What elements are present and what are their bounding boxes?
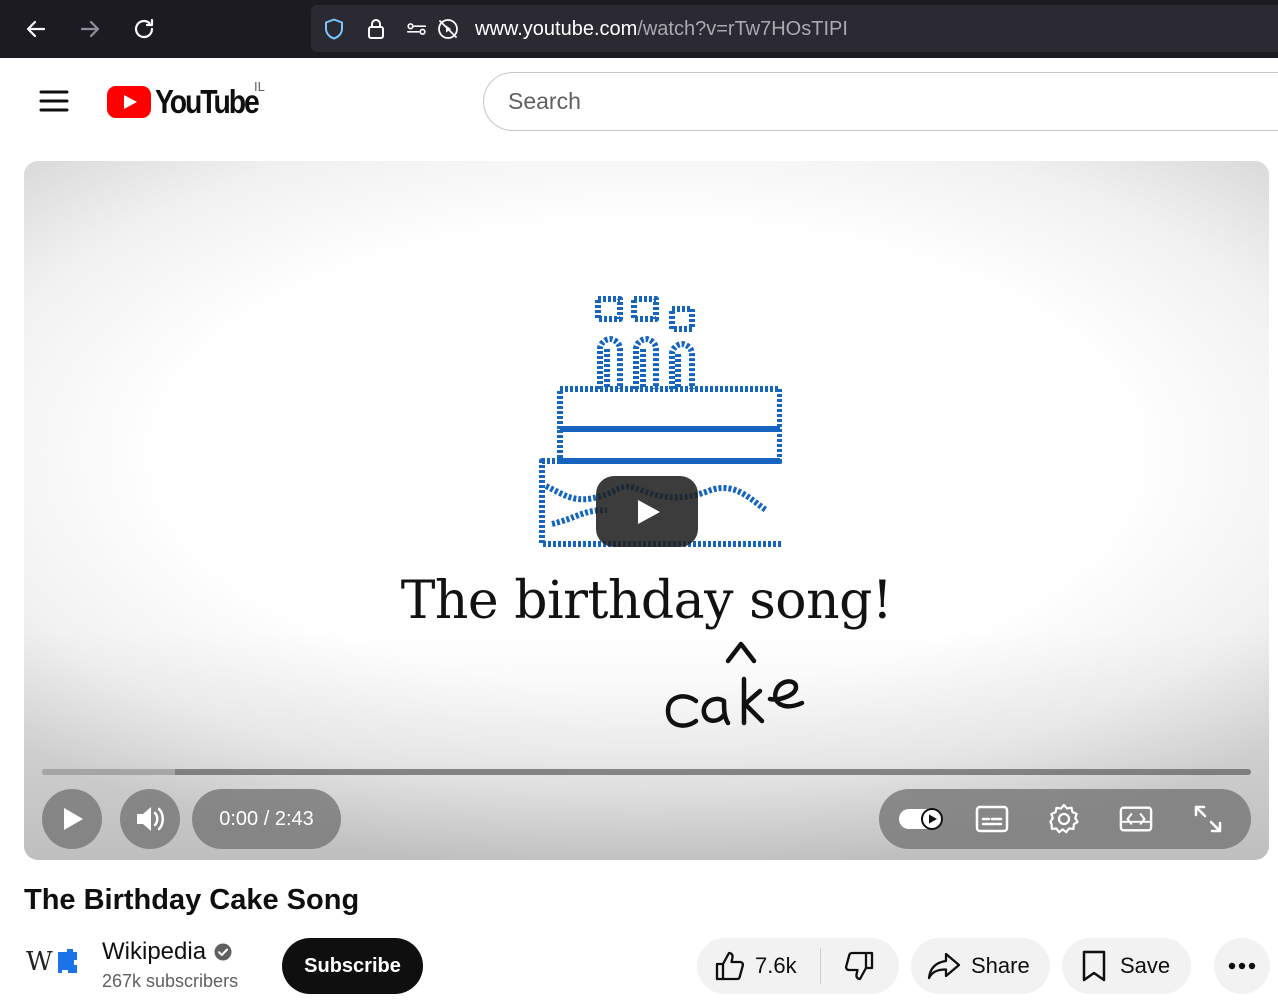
- hamburger-icon: [39, 90, 69, 112]
- like-dislike-group: 7.6k: [697, 938, 899, 994]
- like-count: 7.6k: [755, 953, 797, 978]
- share-arrow-icon: [927, 952, 961, 980]
- reload-button[interactable]: [127, 12, 161, 46]
- lock-icon[interactable]: [364, 17, 388, 41]
- country-code: IL: [254, 79, 265, 94]
- back-button[interactable]: [19, 12, 53, 46]
- search-box[interactable]: [483, 72, 1278, 131]
- fullscreen-button[interactable]: [1191, 802, 1225, 836]
- shield-icon[interactable]: [322, 17, 346, 41]
- volume-icon: [137, 807, 164, 831]
- subscriber-count: 267k subscribers: [102, 971, 239, 991]
- channel-avatar[interactable]: W: [24, 942, 84, 982]
- gear-icon: [1049, 803, 1079, 834]
- autoplay-blocked-icon[interactable]: [436, 17, 460, 41]
- subtitles-button[interactable]: [975, 802, 1009, 836]
- more-horizontal-icon: [1228, 962, 1256, 970]
- svg-text:W: W: [26, 947, 53, 977]
- save-label: Save: [1120, 953, 1171, 978]
- theater-mode-icon: [1119, 806, 1153, 832]
- subtitles-icon: [975, 805, 1009, 833]
- share-button[interactable]: Share: [911, 938, 1050, 994]
- video-player[interactable]: The birthday song! 0:00 / 2:43: [24, 161, 1269, 860]
- arrow-left-icon: [26, 20, 46, 38]
- play-icon: [64, 808, 83, 830]
- arrow-right-icon: [80, 20, 100, 38]
- url-host: www.youtube.com: [475, 18, 638, 40]
- verified-badge-icon: [214, 943, 232, 961]
- autoplay-toggle-icon: [899, 808, 943, 830]
- thumbs-down-icon: [844, 951, 874, 981]
- url-path: /watch?v=rTw7HOsTIPI: [637, 18, 848, 40]
- dislike-button[interactable]: [821, 938, 899, 994]
- video-title: The Birthday Cake Song: [24, 884, 360, 916]
- channel-name-row[interactable]: Wikipedia: [102, 938, 232, 966]
- time-display: 0:00 / 2:43: [192, 789, 341, 849]
- play-button[interactable]: [42, 789, 102, 849]
- youtube-play-logo-icon: [107, 86, 151, 118]
- theater-mode-button[interactable]: [1119, 802, 1153, 836]
- play-icon: [638, 499, 660, 524]
- subscribe-button[interactable]: Subscribe: [282, 938, 423, 994]
- bookmark-icon: [1082, 950, 1106, 982]
- share-label: Share: [971, 953, 1030, 978]
- search-input[interactable]: [508, 73, 1208, 130]
- like-button[interactable]: 7.6k: [697, 938, 820, 994]
- channel-name[interactable]: Wikipedia: [102, 938, 206, 966]
- thumbs-up-icon: [715, 951, 745, 981]
- more-actions-button[interactable]: [1214, 938, 1270, 994]
- progress-buffered: [42, 769, 175, 775]
- address-bar[interactable]: www.youtube.com/watch?v=rTw7HOsTIPI: [311, 5, 1278, 52]
- reload-icon: [134, 18, 154, 39]
- youtube-logo[interactable]: YouTube: [107, 83, 274, 120]
- progress-bar[interactable]: [42, 769, 1251, 775]
- video-frame-text: The birthday song!: [400, 571, 893, 631]
- forward-button[interactable]: [73, 12, 107, 46]
- url-text[interactable]: www.youtube.com/watch?v=rTw7HOsTIPI: [475, 18, 848, 41]
- mute-button[interactable]: [120, 789, 180, 849]
- permissions-icon[interactable]: [405, 17, 429, 41]
- wikipedia-logo-icon: W: [26, 947, 77, 977]
- guide-menu-button[interactable]: [36, 86, 72, 116]
- browser-toolbar: www.youtube.com/watch?v=rTw7HOsTIPI: [0, 0, 1278, 58]
- logo-wordmark: YouTube: [155, 83, 260, 120]
- settings-button[interactable]: [1047, 802, 1081, 836]
- autoplay-toggle[interactable]: [899, 807, 943, 831]
- player-settings-group: [879, 789, 1251, 849]
- large-play-button[interactable]: [596, 476, 698, 547]
- fullscreen-icon: [1194, 805, 1222, 833]
- save-button[interactable]: Save: [1062, 938, 1191, 994]
